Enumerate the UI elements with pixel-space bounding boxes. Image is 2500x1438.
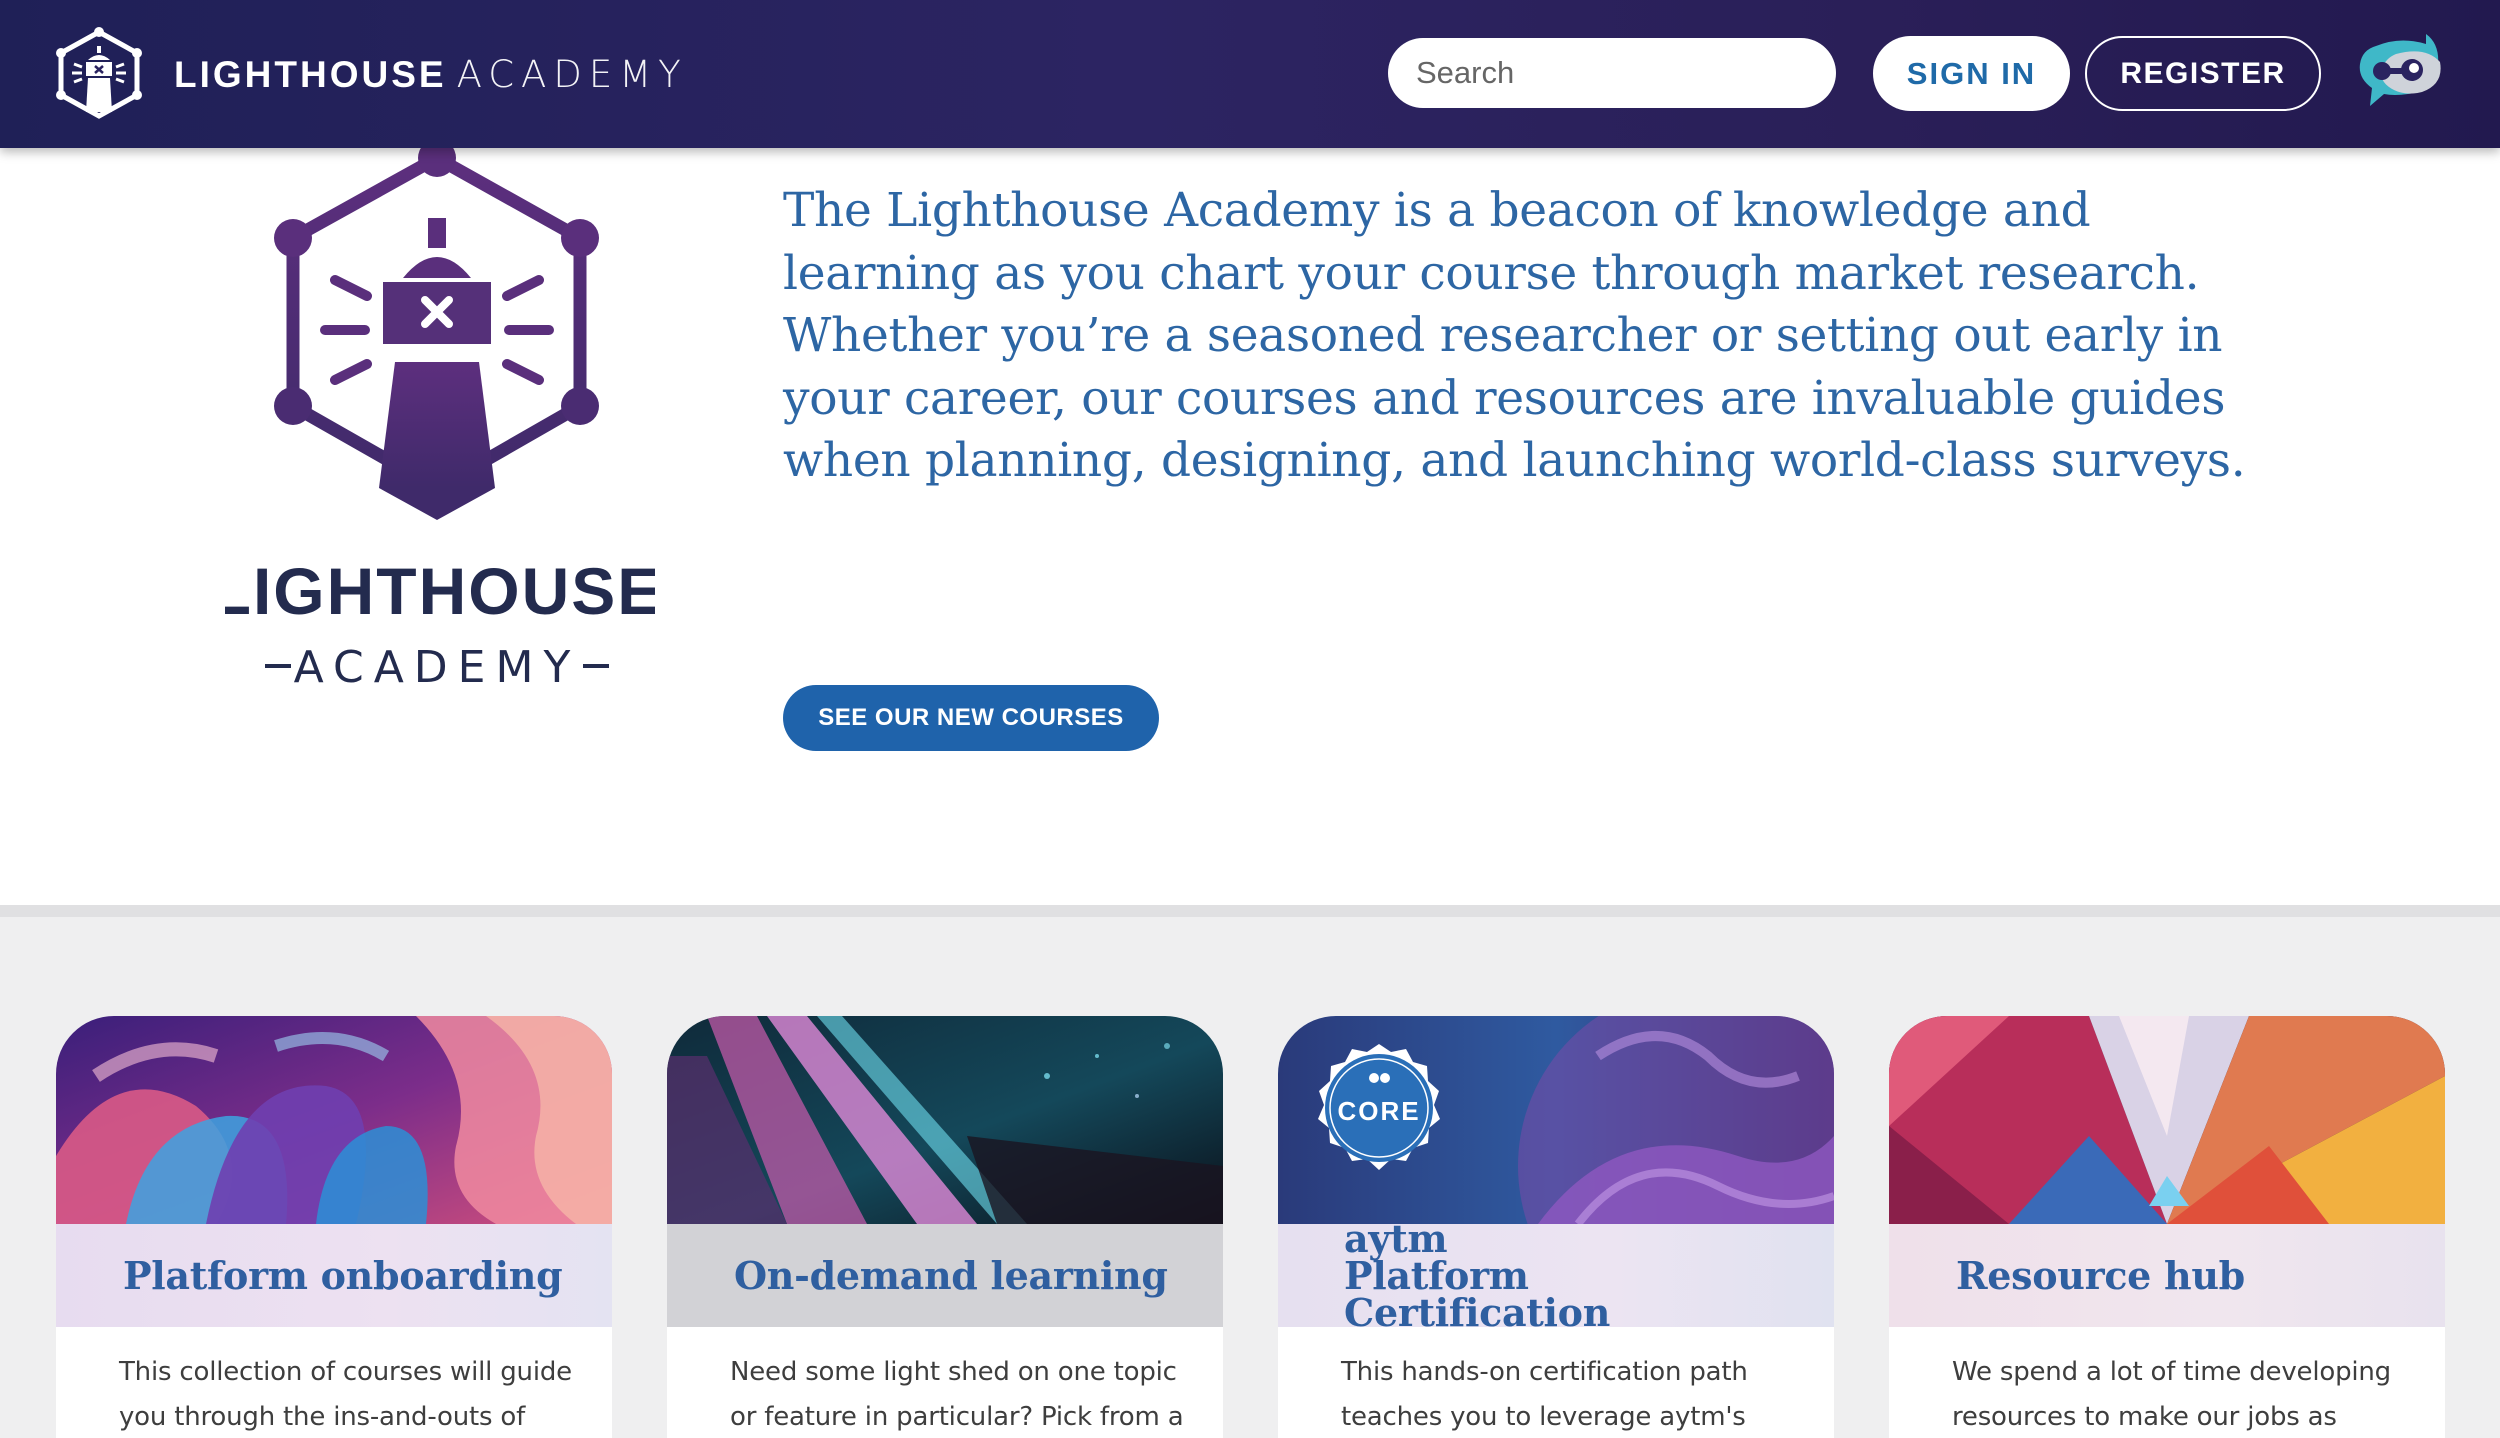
sign-in-button[interactable]: SIGN IN [1873, 36, 2070, 111]
section-divider [0, 905, 2500, 917]
see-new-courses-button[interactable]: SEE OUR NEW COURSES [783, 685, 1159, 751]
card-title[interactable]: Platform onboarding [123, 1256, 563, 1295]
card-image-prism-shards [1889, 1016, 2445, 1224]
brand-name: LIGHTHOUSE ACADEMY [174, 53, 688, 96]
card-image-light-beams [667, 1016, 1223, 1224]
brand-name-thin: ACADEMY [456, 52, 688, 96]
card-image-abstract-ribbons [56, 1016, 612, 1224]
card-title[interactable]: aytm Platform Certification [1344, 1220, 1644, 1332]
card-title-band: Platform onboarding [56, 1224, 612, 1327]
card-description: We spend a lot of time developing resour… [1952, 1357, 2391, 1432]
card-title[interactable]: Resource hub [1956, 1256, 2245, 1295]
brand-home-link[interactable]: LIGHTHOUSE ACADEMY [54, 26, 688, 122]
logo-wordmark-bottom: ACADEMY [294, 642, 581, 693]
card-title-band: Resource hub [1889, 1224, 2445, 1327]
brand-name-bold: LIGHTHOUSE [174, 53, 447, 95]
core-certification-badge: CORE [1318, 1044, 1440, 1170]
logo-wordmark-top: LIGHTHOUSE [225, 554, 655, 628]
search-input[interactable] [1416, 55, 1815, 91]
hero-description: The Lighthouse Academy is a beacon of kn… [783, 183, 2246, 488]
card-aytm-platform-certification[interactable]: CORE aytm Platform Certification This ha… [1278, 1016, 1834, 1438]
card-resource-hub[interactable]: Resource hub We spend a lot of time deve… [1889, 1016, 2445, 1438]
card-on-demand-learning[interactable]: On-demand learning Need some light shed … [667, 1016, 1223, 1438]
top-nav-bar: LIGHTHOUSEACADEMY SIGN IN REGISTER [0, 0, 2500, 148]
card-title-band: On-demand learning [667, 1224, 1223, 1327]
card-description: This collection of courses will guide yo… [119, 1357, 572, 1432]
register-button[interactable]: REGISTER [2085, 36, 2321, 111]
card-title[interactable]: On-demand learning [734, 1256, 1168, 1295]
card-platform-onboarding[interactable]: Platform onboarding This collection of c… [56, 1016, 612, 1438]
search-box [1388, 38, 1836, 108]
card-description: This hands-on certification path teaches… [1341, 1357, 1748, 1432]
lighthouse-logo-icon [56, 27, 142, 119]
lighthouse-academy-logo: LIGHTHOUSE ACADEMY [225, 148, 655, 693]
card-description: Need some light shed on one topic or fea… [730, 1357, 1184, 1432]
card-title-band: aytm Platform Certification [1278, 1220, 1834, 1332]
badge-label: CORE [1337, 1096, 1420, 1126]
chat-bubble-icon[interactable] [2356, 32, 2444, 112]
